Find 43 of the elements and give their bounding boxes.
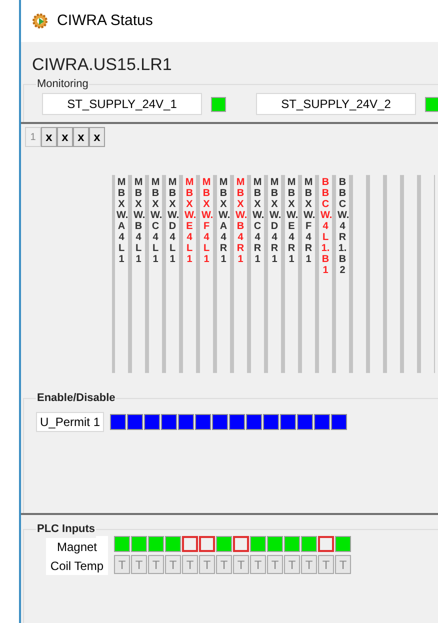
coil-temp-button[interactable]: T <box>165 555 181 574</box>
tab[interactable]: x <box>41 127 57 147</box>
row-label: Coil Temp <box>50 558 104 574</box>
tab[interactable]: 1 <box>25 127 41 147</box>
coil-temp-button[interactable]: T <box>114 555 130 574</box>
row-label: Magnet <box>56 538 98 556</box>
signal-field: ST_SUPPLY_24V_1 <box>42 93 202 115</box>
channel-label: MBXW.F4L1 <box>202 177 212 267</box>
coil-temp-button[interactable]: T <box>250 555 266 574</box>
coil-temp-button[interactable]: T <box>182 555 198 574</box>
channel-label: BBCW.4L1.B1 <box>320 177 330 278</box>
channel-label: MBXW.C4L1 <box>150 177 160 267</box>
tab[interactable]: x <box>57 127 73 147</box>
channel-label: MBXW.E4L1 <box>184 177 194 267</box>
window-title: CIWRA Status <box>57 10 153 31</box>
channel-label: MBXW.A4R1 <box>218 177 228 267</box>
channel-label: MBXW.C4R1 <box>252 177 262 267</box>
coil-temp-button[interactable]: T <box>233 555 249 574</box>
coil-temp-button[interactable]: T <box>284 555 300 574</box>
coil-temp-button[interactable]: T <box>199 555 215 574</box>
coil-temp-button[interactable]: T <box>131 555 147 574</box>
channel-label: MBXW.E4R1 <box>286 177 296 267</box>
channel-label: MBXW.A4L1 <box>116 177 126 267</box>
channel-label: MBXW.D4R1 <box>270 177 280 267</box>
coil-temp-button[interactable]: T <box>335 555 351 574</box>
coil-temp-button[interactable]: T <box>318 555 334 574</box>
coil-temp-button[interactable]: T <box>216 555 232 574</box>
channel-label: MBXW.D4L1 <box>168 177 178 267</box>
group-title: PLC Inputs <box>36 521 96 538</box>
tab[interactable]: x <box>73 127 89 147</box>
signal-field: ST_SUPPLY_24V_2 <box>256 93 416 115</box>
channel-label: BBCW.4R1.B2 <box>338 177 348 278</box>
device-heading: CIWRA.US15.LR1 <box>32 55 172 74</box>
coil-temp-button[interactable]: T <box>148 555 164 574</box>
group-title: Monitoring <box>36 76 90 92</box>
coil-temp-button[interactable]: T <box>267 555 283 574</box>
channel-label: MBXW.F4R1 <box>304 177 314 267</box>
channel-label: MBXW.B4R1 <box>236 177 246 267</box>
gear-icon <box>31 12 49 30</box>
channel-label: MBXW.B4L1 <box>134 177 144 267</box>
coil-temp-button[interactable]: T <box>301 555 317 574</box>
tab[interactable]: x <box>89 127 105 147</box>
permit-field: U_Permit 1 <box>36 412 104 432</box>
